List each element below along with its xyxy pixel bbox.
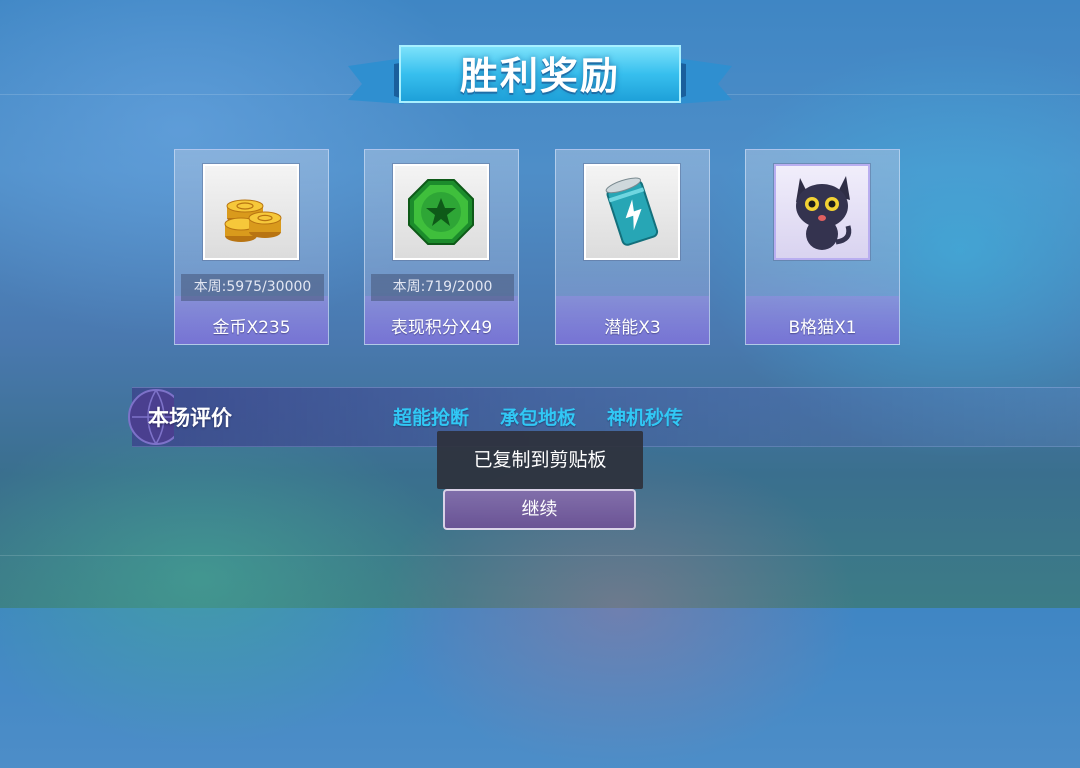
evaluation-title: 本场评价 xyxy=(148,406,232,430)
reward-label-coins: 金币X235 xyxy=(212,318,291,338)
black-cat-icon xyxy=(774,164,870,260)
evaluation-tag: 超能抢断 xyxy=(393,407,470,429)
reward-card-cat: B格猫X1 xyxy=(745,149,900,345)
reward-card-points: 本周:719/2000 表现积分X49 xyxy=(364,149,519,345)
evaluation-tag: 承包地板 xyxy=(500,407,577,429)
reward-card-potential: 潜能X3 xyxy=(555,149,710,345)
reward-label-points: 表现积分X49 xyxy=(390,318,493,338)
page-title: 胜利奖励 xyxy=(459,54,620,98)
continue-button[interactable]: 继续 xyxy=(443,489,636,530)
reward-label-potential: 潜能X3 xyxy=(604,318,661,338)
reward-label-cat: B格猫X1 xyxy=(788,318,857,338)
weekly-progress-coins: 本周:5975/30000 xyxy=(181,274,324,301)
gold-coins-icon xyxy=(203,164,299,260)
title-banner: 胜利奖励 xyxy=(348,44,732,110)
toast-message: 已复制到剪贴板 xyxy=(437,431,643,489)
weekly-progress-points: 本周:719/2000 xyxy=(371,274,514,301)
green-star-gem-icon xyxy=(393,164,489,260)
reward-card-coins: 本周:5975/30000 金币X235 xyxy=(174,149,329,345)
evaluation-tag: 神机秒传 xyxy=(607,407,684,429)
energy-can-icon xyxy=(584,164,680,260)
